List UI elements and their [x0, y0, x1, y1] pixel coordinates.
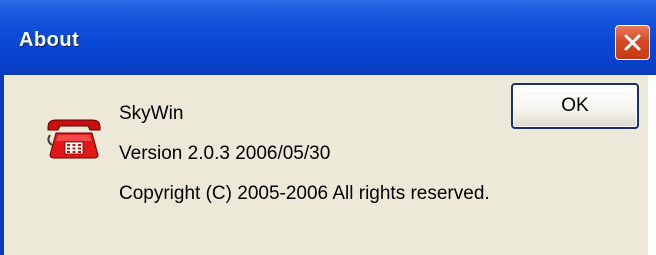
version-label: Version 2.0.3 2006/05/30 [119, 143, 331, 164]
ok-button[interactable]: OK [511, 83, 639, 129]
dialog-title: About [19, 29, 80, 51]
title-bar[interactable]: About [0, 0, 656, 75]
app-name-label: SkyWin [119, 103, 184, 124]
about-dialog: About SkyWin Version 2.0.3 2006/05/30 Co… [0, 0, 656, 255]
close-icon [624, 34, 641, 51]
red-telephone-icon [47, 119, 101, 159]
background-strip [648, 75, 656, 255]
copyright-label: Copyright (C) 2005-2006 All rights reser… [119, 183, 490, 204]
close-button[interactable] [615, 25, 650, 60]
